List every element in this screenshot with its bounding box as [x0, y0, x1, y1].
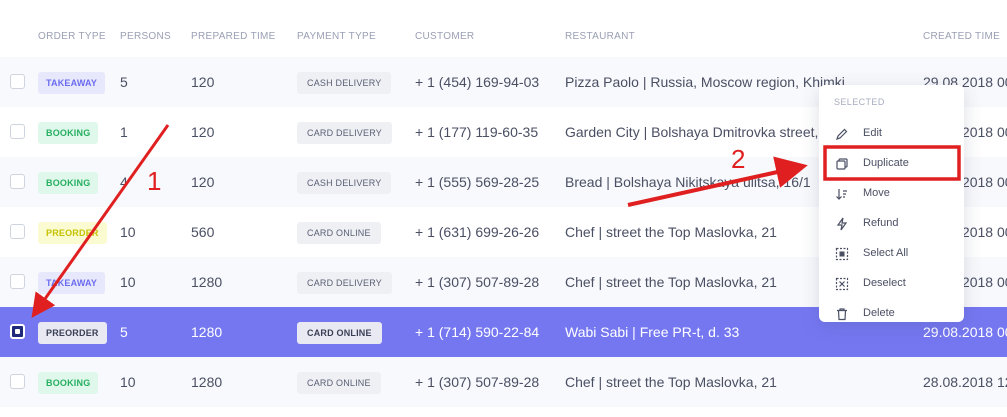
customer-cell: + 1 (177) 119-60-35	[415, 124, 539, 140]
lightning-icon	[835, 217, 849, 231]
payment-type-badge: CARD ONLINE	[297, 372, 381, 394]
row-checkbox-checked[interactable]	[10, 324, 25, 339]
row-checkbox[interactable]	[10, 124, 25, 139]
customer-cell: + 1 (307) 507-89-28	[415, 274, 540, 290]
menu-item-refund[interactable]: Refund	[819, 209, 964, 239]
persons-cell: 1	[120, 124, 128, 140]
prepared-time-cell: 1280	[191, 324, 223, 340]
row-checkbox[interactable]	[10, 224, 25, 239]
restaurant-cell: Bread | Bolshaya Nikitskaya ulitsa, 16/1	[565, 174, 811, 190]
select-all-icon	[835, 247, 849, 261]
menu-item-duplicate[interactable]: Duplicate	[819, 149, 964, 179]
menu-item-delete[interactable]: Delete	[819, 299, 964, 322]
restaurant-cell: Wabi Sabi | Free PR-t, d. 33	[565, 324, 740, 340]
restaurant-cell: Garden City | Bolshaya Dmitrovka street,…	[565, 124, 838, 140]
payment-type-badge: CARD ONLINE	[297, 322, 382, 344]
column-header-created-time[interactable]: CREATED TIME	[923, 31, 1000, 42]
menu-item-move[interactable]: Move	[819, 179, 964, 209]
annotation-label-2: 2	[731, 144, 746, 174]
persons-cell: 5	[120, 324, 128, 340]
prepared-time-cell: 1280	[191, 274, 223, 290]
table-row[interactable]: BOOKING 10 1280 CARD ONLINE + 1 (307) 50…	[0, 357, 1007, 407]
annotation-label-1: 1	[147, 166, 162, 196]
payment-type-badge: CARD ONLINE	[297, 222, 381, 244]
prepared-time-cell: 1280	[191, 374, 223, 390]
menu-item-label: Deselect	[863, 277, 906, 289]
deselect-icon	[835, 277, 849, 291]
prepared-time-cell: 120	[191, 174, 215, 190]
restaurant-cell: Chef | street the Top Maslovka, 21	[565, 224, 777, 240]
context-menu: SELECTED Edit Duplicate Move Refund Sele…	[819, 85, 964, 322]
order-type-badge: TAKEAWAY	[38, 272, 106, 294]
persons-cell: 5	[120, 74, 128, 90]
payment-type-badge: CARD DELIVERY	[297, 272, 392, 294]
restaurant-cell: Chef | street the Top Maslovka, 21	[565, 274, 777, 290]
column-header-order-type[interactable]: ORDER TYPE	[38, 31, 106, 42]
menu-item-label: Duplicate	[863, 157, 909, 169]
row-checkbox[interactable]	[10, 74, 25, 89]
payment-type-badge: CASH DELIVERY	[297, 72, 392, 94]
customer-cell: + 1 (555) 569-28-25	[415, 174, 540, 190]
menu-item-deselect[interactable]: Deselect	[819, 269, 964, 299]
payment-type-badge: CASH DELIVERY	[297, 172, 392, 194]
customer-cell: + 1 (631) 699-26-26	[415, 224, 540, 240]
duplicate-icon	[835, 157, 849, 171]
context-menu-header: SELECTED	[834, 97, 885, 107]
customer-cell: + 1 (454) 169-94-03	[415, 74, 540, 90]
move-icon	[835, 187, 849, 201]
pencil-icon	[835, 127, 849, 141]
menu-item-label: Delete	[863, 307, 895, 319]
restaurant-cell: Chef | street the Top Maslovka, 21	[565, 374, 777, 390]
row-checkbox[interactable]	[10, 174, 25, 189]
column-header-customer[interactable]: CUSTOMER	[415, 31, 474, 42]
menu-item-label: Select All	[863, 247, 909, 259]
column-header-payment-type[interactable]: PAYMENT TYPE	[297, 31, 376, 42]
column-header-restaurant[interactable]: RESTAURANT	[565, 31, 635, 42]
restaurant-cell: Pizza Paolo | Russia, Moscow region, Khi…	[565, 74, 845, 90]
table-header: ORDER TYPE PERSONS PREPARED TIME PAYMENT…	[0, 0, 1007, 57]
customer-cell: + 1 (307) 507-89-28	[415, 374, 540, 390]
menu-item-label: Edit	[863, 127, 882, 139]
payment-type-badge: CARD DELIVERY	[297, 122, 392, 144]
menu-item-label: Refund	[863, 217, 899, 229]
customer-cell: + 1 (714) 590-22-84	[415, 324, 540, 340]
order-type-badge: TAKEAWAY	[38, 72, 106, 94]
column-header-persons[interactable]: PERSONS	[120, 31, 171, 42]
menu-item-label: Move	[863, 187, 890, 199]
persons-cell: 10	[120, 224, 136, 240]
persons-cell: 10	[120, 374, 136, 390]
created-time-cell: 28.08.2018 12:	[923, 374, 1007, 390]
prepared-time-cell: 120	[191, 124, 215, 140]
order-type-badge: PREORDER	[38, 322, 107, 344]
menu-item-select-all[interactable]: Select All	[819, 239, 964, 269]
trash-icon	[835, 307, 849, 321]
row-checkbox[interactable]	[10, 374, 25, 389]
prepared-time-cell: 120	[191, 74, 215, 90]
column-header-prepared-time[interactable]: PREPARED TIME	[191, 31, 276, 42]
menu-item-edit[interactable]: Edit	[819, 119, 964, 149]
order-type-badge: BOOKING	[38, 172, 99, 194]
order-type-badge: PREORDER	[38, 222, 107, 244]
row-checkbox[interactable]	[10, 274, 25, 289]
persons-cell: 4	[120, 174, 128, 190]
persons-cell: 10	[120, 274, 136, 290]
order-type-badge: BOOKING	[38, 372, 99, 394]
prepared-time-cell: 560	[191, 224, 215, 240]
order-type-badge: BOOKING	[38, 122, 99, 144]
